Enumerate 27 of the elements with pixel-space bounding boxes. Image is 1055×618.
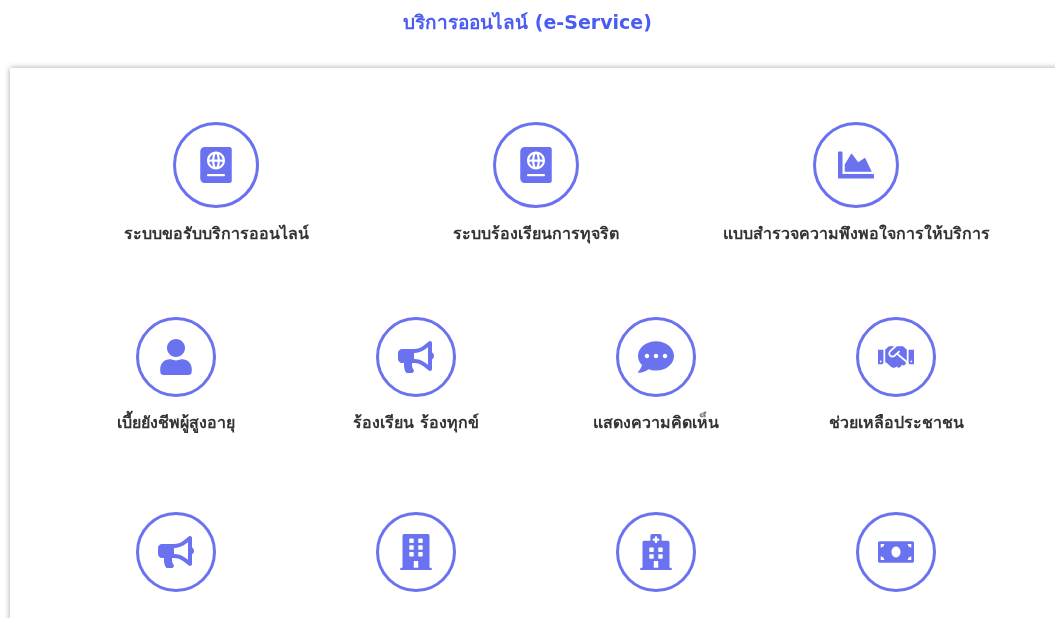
passport-icon (518, 147, 554, 183)
service-link[interactable] (813, 122, 899, 208)
service-link[interactable] (856, 512, 936, 592)
speech-bubble-icon (638, 339, 674, 375)
service-link[interactable] (856, 317, 936, 397)
service-link[interactable] (376, 512, 456, 592)
service-label[interactable]: ร้องเรียน ร้องทุกข์ (353, 411, 479, 435)
page-title: บริการออนไลน์ (e-Service) (403, 10, 652, 35)
service-label[interactable]: เบี้ยยังชีพผู้สูงอายุ (117, 411, 235, 435)
service-label[interactable]: แบบสำรวจความพึงพอใจการให้บริการ (722, 222, 990, 246)
service-label[interactable]: แสดงความคิดเห็น (593, 411, 719, 435)
passport-icon (198, 147, 234, 183)
service-link[interactable] (173, 122, 259, 208)
megaphone-icon (398, 339, 434, 375)
service-label[interactable]: ช่วยเหลือประชาชน (828, 411, 964, 435)
service-label[interactable]: ระบบร้องเรียนการทุจริต (453, 222, 619, 246)
building-icon (398, 534, 434, 570)
service-link[interactable] (616, 317, 696, 397)
service-link[interactable] (493, 122, 579, 208)
user-icon (158, 339, 194, 375)
service-link[interactable] (136, 512, 216, 592)
megaphone-icon (158, 534, 194, 570)
service-link[interactable] (376, 317, 456, 397)
hospital-icon (638, 534, 674, 570)
service-link[interactable] (616, 512, 696, 592)
service-link[interactable] (136, 317, 216, 397)
service-label[interactable]: ระบบขอรับบริการออนไลน์ (123, 222, 309, 246)
